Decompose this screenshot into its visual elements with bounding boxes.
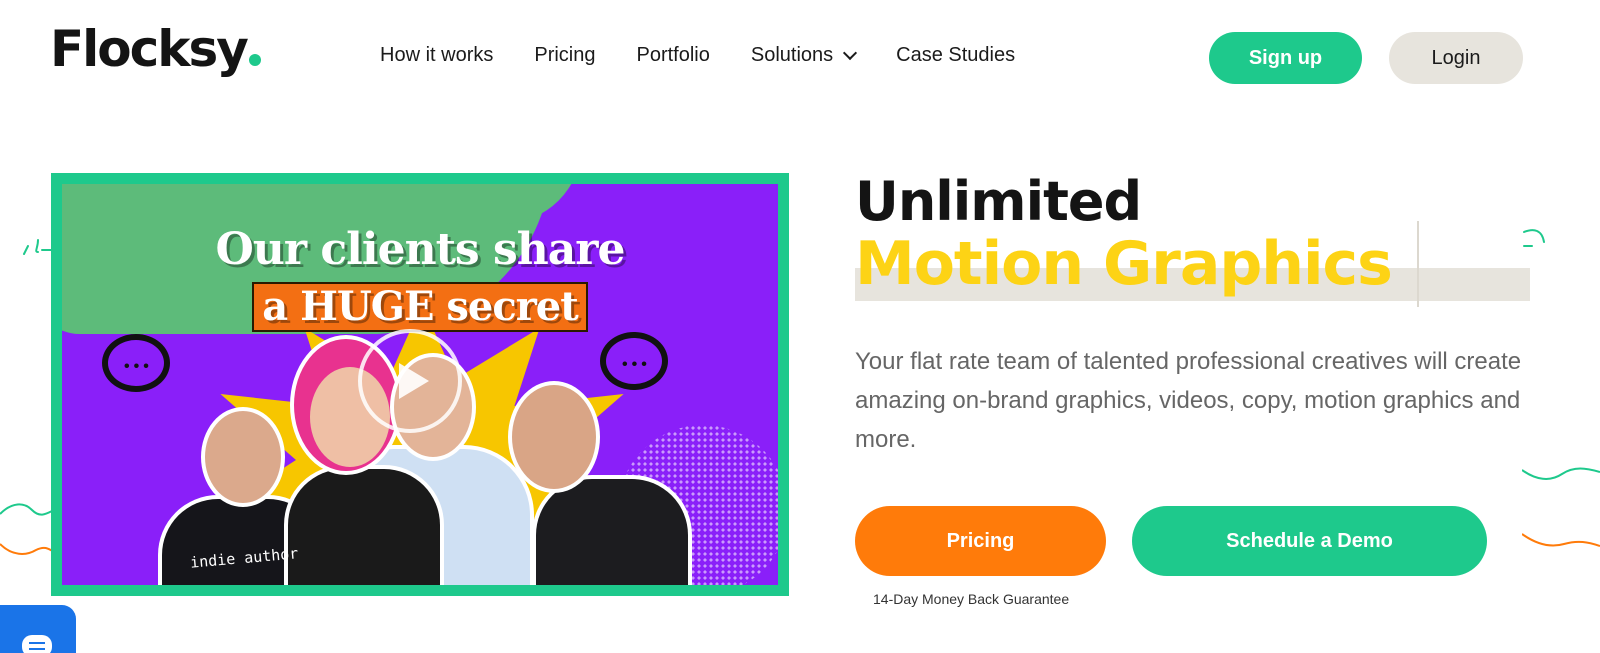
play-icon (399, 363, 429, 399)
logo-dot (248, 54, 261, 66)
nav-case-studies[interactable]: Case Studies (896, 44, 1015, 67)
speech-bubble-icon: ••• (600, 332, 668, 390)
squiggle-decoration-left-orange (0, 543, 54, 555)
chat-icon-lines (29, 642, 45, 644)
hero-description: Your flat rate team of talented professi… (855, 348, 1522, 453)
video-player[interactable]: Our clients share a HUGE secret ••• ••• … (51, 173, 789, 596)
person-4-head (508, 381, 600, 493)
squiggle-decoration-left-green (0, 503, 54, 516)
pricing-button[interactable]: Pricing (855, 506, 1106, 576)
squiggle-decoration-right-top (1523, 229, 1545, 247)
squiggle-decoration-right-green (1522, 467, 1600, 480)
schedule-demo-button[interactable]: Schedule a Demo (1132, 506, 1487, 576)
squiggle-decoration-right-orange (1522, 533, 1600, 547)
hero-title-line2: Motion Graphics (855, 229, 1393, 299)
flocksy-logo[interactable]: Flocksy (50, 24, 261, 74)
chat-icon (22, 635, 52, 653)
main-nav: How it works Pricing Portfolio Solutions… (380, 44, 1056, 67)
video-thumbnail: Our clients share a HUGE secret ••• ••• … (62, 184, 778, 585)
person-2-body (284, 465, 444, 585)
nav-solutions-label: Solutions (750, 44, 834, 66)
nav-how-it-works[interactable]: How it works (380, 44, 493, 67)
nav-portfolio[interactable]: Portfolio (637, 44, 710, 67)
play-button[interactable] (358, 329, 462, 433)
login-button[interactable]: Login (1389, 32, 1523, 84)
speech-bubble-dots: ••• (622, 356, 651, 373)
chat-widget-button[interactable] (0, 605, 76, 653)
hero-title-line1: Unlimited (855, 170, 1142, 233)
nav-pricing[interactable]: Pricing (534, 44, 595, 67)
signup-button[interactable]: Sign up (1209, 32, 1362, 84)
logo-text: Flocksy (50, 20, 249, 78)
chevron-down-icon (843, 45, 858, 60)
speech-bubble-icon: ••• (102, 334, 170, 392)
person-1-head (201, 407, 285, 507)
speech-bubble-dots: ••• (124, 358, 153, 375)
typing-caret (1417, 221, 1419, 307)
money-back-guarantee: 14-Day Money Back Guarantee (873, 591, 1070, 607)
video-headline-line2: a HUGE secret (252, 282, 588, 332)
video-headline-line2-wrap: a HUGE secret (62, 282, 778, 332)
video-headline-line1: Our clients share (215, 224, 626, 275)
nav-solutions[interactable]: Solutions (750, 44, 858, 67)
green-blob-shape-2 (442, 184, 582, 224)
